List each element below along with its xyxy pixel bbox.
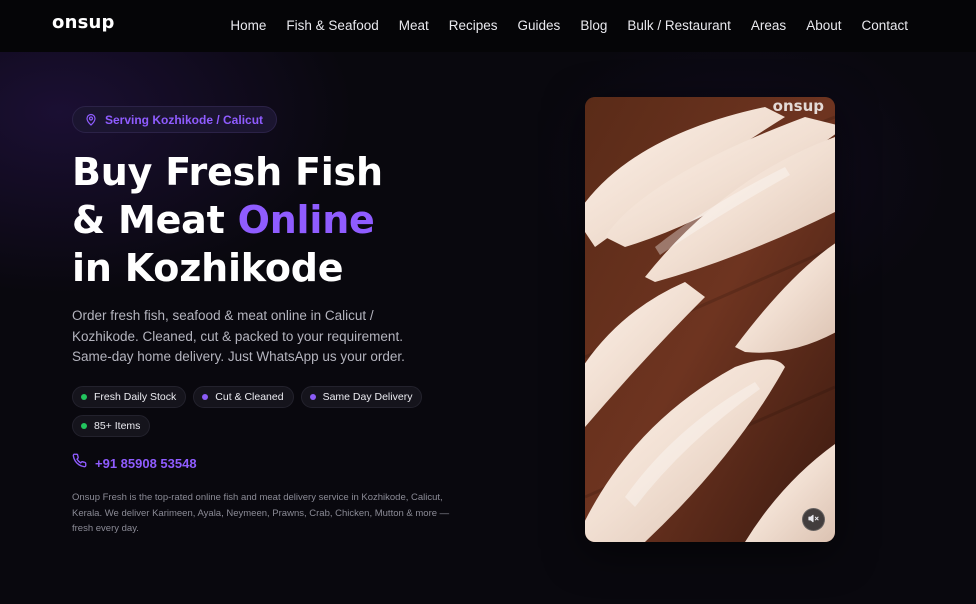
nav-link-areas[interactable]: Areas	[751, 18, 786, 33]
chip-label: Same Day Delivery	[322, 391, 413, 403]
nav-link-bulk-restaurant[interactable]: Bulk / Restaurant	[627, 18, 731, 33]
seo-footnote: Onsup Fresh is the top-rated online fish…	[72, 492, 450, 534]
headline-accent-word: Online	[237, 198, 375, 242]
chip-item-count: 85+ Items	[72, 415, 151, 437]
brand-logo[interactable]: onsup	[52, 12, 115, 33]
chip-fresh-daily-stock: Fresh Daily Stock	[72, 386, 187, 408]
chip-cut-cleaned: Cut & Cleaned	[193, 386, 294, 408]
location-badge-text: Serving Kozhikode / Calicut	[105, 112, 264, 127]
nav-link-meat[interactable]: Meat	[399, 18, 429, 33]
nav-link-guides[interactable]: Guides	[518, 18, 561, 33]
video-watermark-logo: onsup	[772, 97, 824, 115]
phone-link[interactable]: +91 85908 53548	[72, 453, 197, 473]
chip-dot	[309, 394, 316, 400]
navbar: onsup Home Fish & Seafood Meat Recipes G…	[0, 0, 976, 52]
chip-label: Fresh Daily Stock	[94, 391, 177, 403]
chip-dot	[202, 394, 209, 400]
nav-menu: Home Fish & Seafood Meat Recipes Guides …	[230, 0, 908, 50]
nav-link-fish-seafood[interactable]: Fish & Seafood	[286, 18, 378, 33]
hero-headline: Buy Fresh Fish & Meat Online in Kozhikod…	[72, 148, 472, 292]
phone-number: +91 85908 53548	[95, 455, 197, 471]
headline-line-3: in Kozhikode	[72, 246, 344, 290]
nav-link-recipes[interactable]: Recipes	[449, 18, 498, 33]
headline-line-2-prefix: & Meat	[72, 198, 238, 242]
chip-same-day-delivery: Same Day Delivery	[300, 386, 423, 408]
phone-icon	[72, 453, 87, 473]
chip-dot	[81, 394, 87, 400]
nav-link-home[interactable]: Home	[230, 18, 266, 33]
headline-line-1: Buy Fresh Fish	[72, 150, 383, 194]
mute-button[interactable]	[802, 508, 825, 531]
feature-chips: Fresh Daily Stock Cut & Cleaned Same Day…	[72, 386, 452, 437]
nav-link-about[interactable]: About	[806, 18, 841, 33]
nav-link-contact[interactable]: Contact	[861, 18, 908, 33]
map-pin-icon	[85, 113, 97, 126]
chip-dot	[81, 423, 87, 429]
hero-video[interactable]: onsup	[585, 97, 835, 542]
fish-fillets-image	[585, 97, 835, 542]
location-badge: Serving Kozhikode / Calicut	[72, 106, 278, 133]
nav-link-blog[interactable]: Blog	[580, 18, 607, 33]
speaker-muted-icon	[808, 511, 819, 529]
chip-label: 85+ Items	[94, 420, 141, 432]
hero-description: Order fresh fish, seafood & meat online …	[72, 308, 405, 364]
chip-label: Cut & Cleaned	[215, 391, 284, 403]
